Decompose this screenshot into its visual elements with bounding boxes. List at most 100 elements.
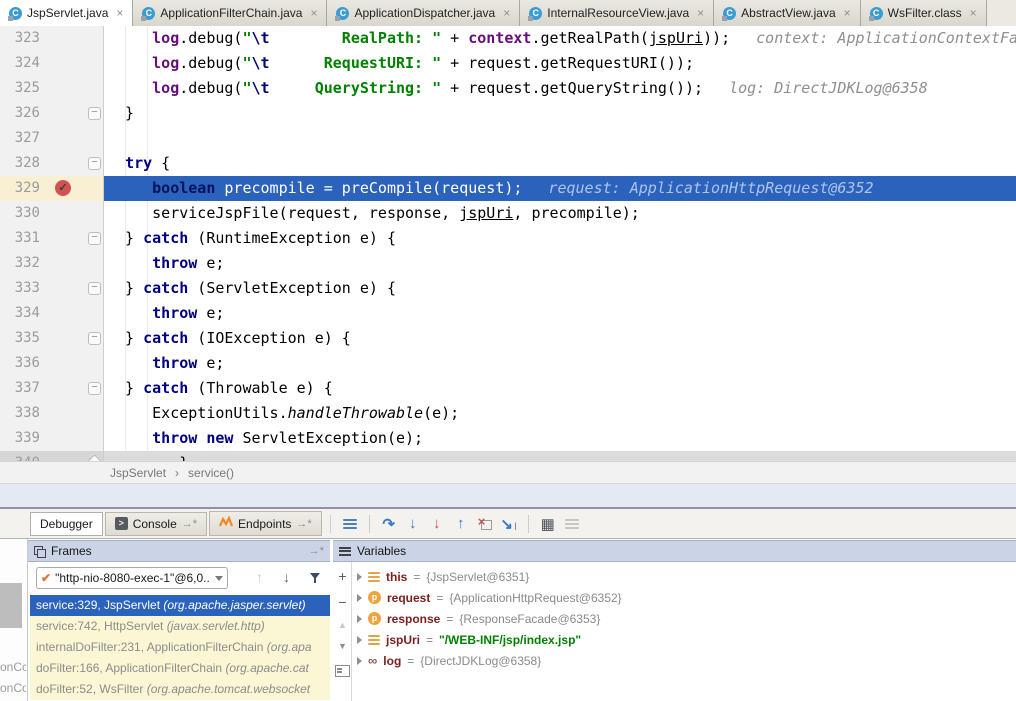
force-step-into-icon[interactable]: ↓: [426, 513, 448, 535]
debug-tab-endpoints[interactable]: Endpoints→*: [209, 511, 322, 536]
code-text[interactable]: serviceJspFile(request, response, jspUri…: [104, 201, 1016, 226]
float-window-icon[interactable]: →*: [182, 518, 197, 530]
breadcrumb-method[interactable]: service(): [188, 466, 234, 480]
stack-frame-row[interactable]: doFilter:166, ApplicationFilterChain (or…: [30, 658, 330, 679]
code-line[interactable]: 334 throw e;: [0, 301, 1016, 326]
copy-icon[interactable]: [335, 665, 350, 677]
code-line[interactable]: 330 serviceJspFile(request, response, js…: [0, 201, 1016, 226]
code-line[interactable]: 337− } catch (Throwable e) {: [0, 376, 1016, 401]
code-line[interactable]: 338 ExceptionUtils.handleThrowable(e);: [0, 401, 1016, 426]
close-icon[interactable]: ×: [970, 6, 977, 20]
evaluate-expression-icon[interactable]: ▦: [537, 513, 559, 535]
add-watch-icon[interactable]: +: [335, 568, 350, 584]
code-text[interactable]: throw e;: [104, 251, 1016, 276]
drop-frame-icon[interactable]: ×: [474, 513, 496, 535]
expand-chevron-icon[interactable]: [357, 636, 362, 644]
code-line[interactable]: 329✓ boolean precompile = preCompile(req…: [0, 176, 1016, 201]
editor-tab[interactable]: CInternalResourceView.java×: [520, 0, 714, 26]
fold-marker-icon[interactable]: −: [88, 107, 101, 120]
code-text[interactable]: }: [104, 101, 1016, 126]
code-text[interactable]: boolean precompile = preCompile(request)…: [104, 176, 1016, 201]
code-text[interactable]: throw e;: [104, 301, 1016, 326]
step-into-icon[interactable]: ↓: [402, 513, 424, 535]
breadcrumb-class[interactable]: JspServlet: [110, 466, 166, 480]
code-text[interactable]: log.debug("\t QueryString: " + request.g…: [104, 76, 1016, 101]
editor-tab[interactable]: CAbstractView.java×: [714, 0, 861, 26]
variable-row[interactable]: this = {JspServlet@6351}: [353, 566, 1016, 587]
code-line[interactable]: 335− } catch (IOException e) {: [0, 326, 1016, 351]
debug-tab-debugger[interactable]: Debugger: [30, 512, 103, 536]
menu-icon[interactable]: [339, 513, 361, 535]
code-text[interactable]: }: [104, 451, 1016, 461]
code-line[interactable]: 327: [0, 126, 1016, 151]
fold-marker-icon[interactable]: −: [88, 332, 101, 345]
stack-frame-row[interactable]: internalDoFilter:231, ApplicationFilterC…: [30, 637, 330, 658]
code-line[interactable]: 331− } catch (RuntimeException e) {: [0, 226, 1016, 251]
close-icon[interactable]: ×: [310, 6, 317, 20]
run-to-cursor-icon[interactable]: ↘I: [498, 513, 520, 535]
remove-watch-icon[interactable]: −: [335, 594, 350, 610]
code-line[interactable]: 324 log.debug("\t RequestURI: " + reques…: [0, 51, 1016, 76]
filter-icon[interactable]: [309, 571, 321, 587]
code-line[interactable]: 339 throw new ServletException(e);: [0, 426, 1016, 451]
code-text[interactable]: } catch (IOException e) {: [104, 326, 1016, 351]
frame-down-icon[interactable]: ↓: [283, 569, 290, 585]
code-line[interactable]: 325 log.debug("\t QueryString: " + reque…: [0, 76, 1016, 101]
stack-frame-row[interactable]: doFilter:52, WsFilter (org.apache.tomcat…: [30, 679, 330, 700]
code-text[interactable]: ExceptionUtils.handleThrowable(e);: [104, 401, 1016, 426]
code-line[interactable]: 332 throw e;: [0, 251, 1016, 276]
stack-frame-row[interactable]: service:329, JspServlet (org.apache.jasp…: [30, 595, 330, 616]
close-icon[interactable]: ×: [697, 6, 704, 20]
code-editor[interactable]: 323 log.debug("\t RealPath: " + context.…: [0, 26, 1016, 461]
code-text[interactable]: } catch (RuntimeException e) {: [104, 226, 1016, 251]
editor-tab[interactable]: CApplicationFilterChain.java×: [133, 0, 327, 26]
code-text[interactable]: log.debug("\t RequestURI: " + request.ge…: [104, 51, 1016, 76]
code-text[interactable]: throw e;: [104, 351, 1016, 376]
close-icon[interactable]: ×: [844, 6, 851, 20]
fold-marker-icon[interactable]: −: [88, 282, 101, 295]
code-line[interactable]: 340· }: [0, 451, 1016, 461]
expand-chevron-icon[interactable]: [357, 615, 362, 623]
variable-row[interactable]: jspUri = "/WEB-INF/jsp/index.jsp": [353, 629, 1016, 650]
step-over-icon[interactable]: ↷: [378, 513, 400, 535]
code-text[interactable]: } catch (Throwable e) {: [104, 376, 1016, 401]
code-text[interactable]: } catch (ServletException e) {: [104, 276, 1016, 301]
variable-row[interactable]: prequest = {ApplicationHttpRequest@6352}: [353, 587, 1016, 608]
expand-chevron-icon[interactable]: [357, 573, 362, 581]
code-token: ": [242, 79, 251, 97]
code-text[interactable]: throw new ServletException(e);: [104, 426, 1016, 451]
move-down-icon[interactable]: ▼: [335, 641, 350, 651]
code-line[interactable]: 336 throw e;: [0, 351, 1016, 376]
code-line[interactable]: 328− try {: [0, 151, 1016, 176]
editor-tab[interactable]: CApplicationDispatcher.java×: [327, 0, 520, 26]
variables-menu-icon[interactable]: [339, 547, 351, 556]
expand-chevron-icon[interactable]: [357, 657, 362, 665]
editor-tab[interactable]: CJspServlet.java×: [0, 0, 133, 26]
frame-up-icon[interactable]: ↑: [256, 569, 263, 585]
fold-marker-icon[interactable]: ·: [85, 454, 103, 461]
variable-row[interactable]: presponse = {ResponseFacade@6353}: [353, 608, 1016, 629]
code-line[interactable]: 323 log.debug("\t RealPath: " + context.…: [0, 26, 1016, 51]
close-icon[interactable]: ×: [116, 6, 123, 20]
stack-frame-row[interactable]: service:742, HttpServlet (javax.servlet.…: [30, 616, 330, 637]
move-up-icon[interactable]: ▲: [335, 620, 350, 630]
thread-selector-dropdown[interactable]: ✔ "http-nio-8080-exec-1"@6,0...: [36, 567, 228, 589]
code-line[interactable]: 333− } catch (ServletException e) {: [0, 276, 1016, 301]
gutter: 336: [0, 351, 104, 376]
fold-marker-icon[interactable]: −: [88, 232, 101, 245]
code-text[interactable]: log.debug("\t RealPath: " + context.getR…: [104, 26, 1016, 51]
step-out-icon[interactable]: ↑: [450, 513, 472, 535]
breakpoint-icon[interactable]: ✓: [55, 180, 71, 196]
editor-tab[interactable]: CWsFilter.class×: [861, 0, 987, 26]
fold-marker-icon[interactable]: −: [88, 157, 101, 170]
variable-row[interactable]: ∞log = {DirectJDKLog@6358}: [353, 650, 1016, 671]
code-text[interactable]: [104, 126, 1016, 151]
code-text[interactable]: try {: [104, 151, 1016, 176]
debug-tab-console[interactable]: >Console→*: [105, 512, 207, 536]
code-line[interactable]: 326− }: [0, 101, 1016, 126]
float-window-icon[interactable]: →*: [296, 518, 311, 530]
float-window-icon[interactable]: →*: [309, 545, 324, 557]
expand-chevron-icon[interactable]: [357, 594, 362, 602]
close-icon[interactable]: ×: [503, 6, 510, 20]
fold-marker-icon[interactable]: −: [88, 382, 101, 395]
